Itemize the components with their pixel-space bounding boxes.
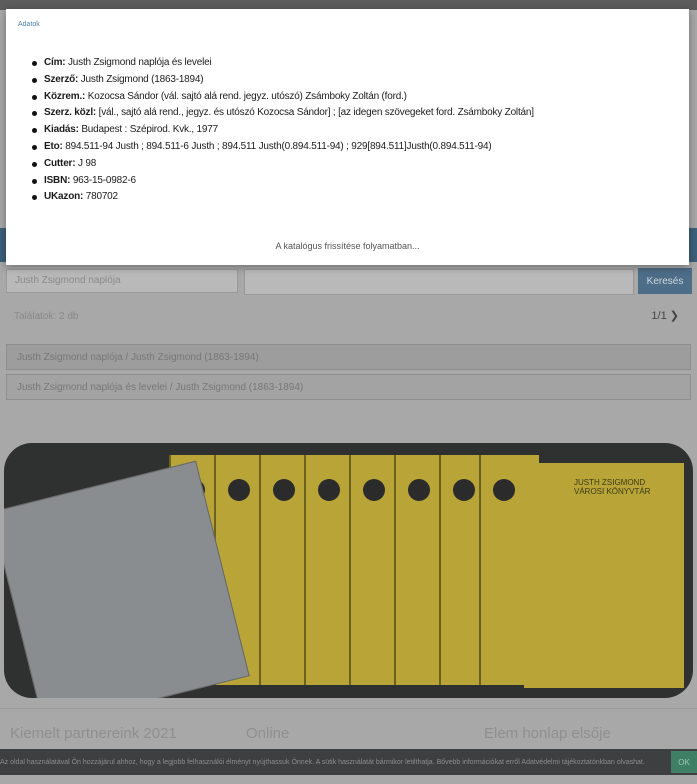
detail-label: Szerz. közl: (44, 107, 97, 119)
detail-value: Kozocsa Sándor (vál. sajtó alá rend. jeg… (85, 90, 407, 102)
cookie-accept-button[interactable]: OK (671, 751, 697, 773)
book-cover (524, 463, 684, 688)
detail-list: Cím: Justh Zsigmond naplója és levelei S… (22, 55, 534, 206)
pager[interactable]: 1/1 ❯ (651, 309, 679, 322)
cookie-text: Az oldal használatával Ön hozzájárul ahh… (0, 758, 645, 766)
detail-item-author: Szerző: Justh Zsigmond (1863-1894) (22, 72, 534, 89)
detail-label: Cutter: (44, 157, 76, 169)
detail-value: 894.511-94 Justh ; 894.511-6 Justh ; 894… (62, 140, 492, 152)
detail-label: Kiadás: (44, 124, 79, 136)
modal-title: Adatok (18, 21, 40, 28)
detail-label: Cím: (44, 57, 66, 68)
detail-value: Justh Zsigmond (1863-1894) (78, 73, 204, 85)
detail-value: J 98 (75, 157, 97, 169)
detail-value: [vál., sajtó alá rend., jegyz. és utószó… (96, 107, 534, 119)
detail-label: Szerző: (44, 73, 79, 85)
result-row[interactable]: Justh Zsigmond naplója / Justh Zsigmond … (6, 344, 691, 370)
footer-heading: Kiemelt partnereink 2021 (10, 725, 177, 742)
footer-heading: Online (246, 725, 290, 742)
book-cover-title: JUSTH ZSIGMOND VÁROSI KÖNYVTÁR (574, 478, 651, 496)
bullet-icon (32, 161, 37, 167)
bullet-icon (32, 144, 37, 150)
result-row[interactable]: Justh Zsigmond naplója és levelei / Just… (6, 374, 691, 400)
catalog-update-notice[interactable]: A katalógus frissítése folyamatban... (6, 241, 689, 251)
detail-item-publication: Kiadás: Budapest : Szépirod. Kvk., 1977 (22, 122, 534, 139)
detail-value: 780702 (83, 191, 118, 203)
bullet-icon (32, 94, 37, 100)
detail-value: 963-15-0982-6 (70, 174, 136, 186)
detail-item-udc: Eto: 894.511-94 Justh ; 894.511-6 Justh … (22, 139, 534, 156)
cookie-banner: Az oldal használatával Ön hozzájárul ahh… (0, 749, 697, 775)
detail-label: Közrem.: (44, 90, 86, 102)
detail-label: UKazon: (44, 191, 84, 203)
detail-item-title: Cím: Justh Zsigmond naplója és levelei (22, 55, 534, 72)
detail-label: Eto: (44, 140, 63, 152)
detail-item-cutter: Cutter: J 98 (22, 156, 534, 173)
detail-label: ISBN: (44, 174, 71, 186)
bullet-icon (32, 178, 37, 184)
detail-value: Justh Zsigmond naplója és levelei (65, 57, 212, 68)
footer-heading: Elem honlap elsője (484, 725, 611, 742)
detail-item-ukazon: UKazon: 780702 (22, 189, 534, 206)
bullet-icon (32, 195, 37, 201)
search-input[interactable]: Justh Zsigmond naplója (6, 269, 238, 293)
detail-item-statement: Szerz. közl: [vál., sajtó alá rend., jeg… (22, 105, 534, 122)
result-count: Találatok: 2 db (14, 311, 79, 322)
bullet-icon (32, 111, 37, 117)
search-field-2[interactable] (244, 269, 634, 295)
details-modal: Adatok Cím: Justh Zsigmond naplója és le… (6, 9, 689, 265)
bullet-icon (32, 77, 37, 83)
detail-item-contributors: Közrem.: Kozocsa Sándor (vál. sajtó alá … (22, 89, 534, 106)
detail-item-isbn: ISBN: 963-15-0982-6 (22, 173, 534, 190)
search-button[interactable]: Keresés (638, 268, 692, 294)
bullet-icon (32, 61, 37, 66)
detail-value: Budapest : Szépirod. Kvk., 1977 (78, 124, 218, 136)
promo-banner[interactable]: JUSTH ZSIGMOND VÁROSI KÖNYVTÁR (4, 443, 693, 698)
bullet-icon (32, 128, 37, 134)
footer-divider (0, 708, 697, 709)
